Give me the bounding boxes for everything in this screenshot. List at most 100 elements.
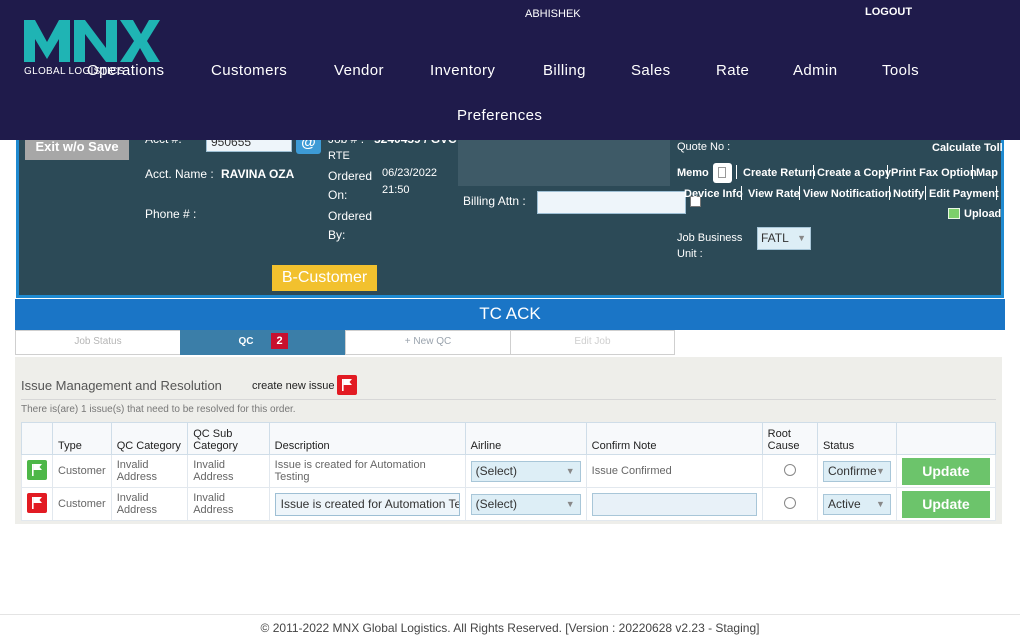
customer-type-badge: B-Customer [272, 265, 377, 291]
menu-operations[interactable]: Operations [87, 62, 164, 79]
upload-icon[interactable] [948, 208, 960, 219]
create-copy-link[interactable]: Create a Copy [817, 167, 891, 179]
logout-link[interactable]: LOGOUT [865, 6, 912, 18]
column-header-description: Description [268, 422, 466, 455]
chevron-down-icon: ▼ [797, 233, 806, 243]
row-qc-category: Invalid Address [110, 487, 189, 521]
tab-job-status[interactable]: Job Status [15, 330, 181, 355]
column-header-status: Status [816, 422, 898, 455]
billing-attn-label: Billing Attn : [463, 194, 526, 208]
create-return-link[interactable]: Create Return [743, 167, 816, 179]
map-link[interactable]: Map [976, 167, 998, 179]
column-header-qc-sub-category: QC Sub Category [187, 422, 270, 455]
confirm-note-input[interactable] [591, 492, 757, 516]
row-airline-cell: (Select) ▼ [464, 454, 587, 488]
issue-count-note: There is(are) 1 issue(s) that need to be… [21, 404, 296, 415]
issue-section-title: Issue Management and Resolution [21, 378, 222, 393]
qc-count-badge: 2 [271, 333, 288, 349]
job-status-banner: TC ACK [15, 299, 1005, 330]
view-rate-link[interactable]: View Rate [748, 188, 800, 200]
status-select[interactable]: Active ▼ [822, 493, 891, 515]
row-description-cell: Issue is created for Automation Testing [268, 487, 466, 521]
row-confirm-note: Issue Confirmed [585, 454, 763, 488]
view-notification-link[interactable]: View Notification [803, 188, 891, 200]
status-select[interactable]: Confirmed ▼ [822, 460, 891, 482]
column-header-root-cause: Root Cause [761, 422, 818, 455]
notify-link[interactable]: Notify [893, 188, 924, 200]
row-root-cause-cell [761, 487, 818, 521]
menu-preferences[interactable]: Preferences [457, 107, 542, 124]
job-detail-panel: Exit w/o Save Acct #: 950655 @ Acct. Nam… [16, 126, 1004, 298]
row-type: Customer [52, 487, 112, 521]
acct-name-value: RAVINA OZA [221, 167, 295, 181]
chevron-down-icon: ▼ [876, 461, 885, 481]
issues-table: Type QC Category QC Sub Category Descrip… [21, 422, 996, 521]
footer-divider [0, 614, 1020, 615]
billing-attn-input[interactable] [537, 191, 686, 214]
issues-header-row: Type QC Category QC Sub Category Descrip… [21, 422, 996, 455]
edit-payment-link[interactable]: Edit Payment [929, 188, 999, 200]
root-cause-radio[interactable] [783, 463, 796, 476]
tab-new-qc[interactable]: + New QC [345, 330, 511, 355]
row-action-cell: Update [896, 454, 996, 488]
upload-link[interactable]: Upload [964, 208, 1001, 220]
flag-column-header [21, 422, 53, 455]
row-action-cell: Update [896, 487, 996, 521]
menu-billing[interactable]: Billing [543, 62, 586, 79]
row-confirm-note-cell [585, 487, 763, 521]
row-description: Issue is created for Automation Testing [268, 454, 466, 488]
row-qc-category: Invalid Address [110, 454, 189, 488]
table-row: Customer Invalid Address Invalid Address… [21, 454, 996, 488]
tab-qc[interactable]: QC 2 [180, 330, 346, 355]
device-info-link[interactable]: Device Info [684, 188, 743, 200]
menu-inventory[interactable]: Inventory [430, 62, 495, 79]
update-button[interactable]: Update [902, 457, 990, 485]
acct-name-label: Acct. Name : [145, 167, 214, 181]
ordered-on-label: Ordered On: [328, 169, 373, 202]
column-header-confirm-note: Confirm Note [585, 422, 763, 455]
menu-tools[interactable]: Tools [882, 62, 919, 79]
update-button[interactable]: Update [902, 490, 990, 518]
red-flag-icon [27, 492, 47, 513]
row-qc-sub-category: Invalid Address [187, 487, 270, 521]
calculate-toll-link[interactable]: Calculate Toll [932, 142, 1003, 154]
ordered-on-date: 06/23/2022 [382, 167, 438, 179]
menu-sales[interactable]: Sales [631, 62, 671, 79]
job-business-unit-select[interactable]: FATL ▼ [757, 227, 811, 250]
green-flag-icon [27, 459, 47, 480]
print-fax-option-link[interactable]: Print Fax Option [891, 167, 977, 179]
row-flag-cell [21, 487, 53, 521]
menu-rate[interactable]: Rate [716, 62, 749, 79]
phone-label: Phone # : [145, 207, 197, 221]
table-row: Customer Invalid Address Invalid Address… [21, 487, 996, 521]
row-qc-sub-category: Invalid Address [187, 454, 270, 488]
chevron-down-icon: ▼ [565, 498, 575, 509]
root-cause-radio[interactable] [783, 496, 796, 509]
tab-qc-label: QC [238, 336, 254, 347]
airline-select[interactable]: (Select) ▼ [470, 460, 581, 482]
row-type: Customer [52, 454, 112, 488]
row-root-cause-cell [761, 454, 818, 488]
address-box [458, 136, 670, 186]
ordered-on-time: 21:50 [382, 184, 410, 196]
menu-vendor[interactable]: Vendor [334, 62, 384, 79]
top-navigation-bar: GLOBAL LOGISTICS ABHISHEK LOGOUT Operati… [0, 0, 1020, 140]
row-airline-cell: (Select) ▼ [464, 487, 587, 521]
memo-icon[interactable] [713, 163, 732, 183]
column-header-type: Type [52, 422, 112, 455]
row-status-cell: Active ▼ [816, 487, 898, 521]
ordered-by-label: Ordered By: [328, 209, 373, 242]
tab-edit-job[interactable]: Edit Job [510, 330, 675, 355]
description-input[interactable]: Issue is created for Automation Testing [274, 492, 460, 516]
memo-link[interactable]: Memo [677, 167, 709, 179]
column-header-qc-category: QC Category [110, 422, 189, 455]
chevron-down-icon: ▼ [876, 498, 885, 509]
menu-admin[interactable]: Admin [793, 62, 838, 79]
create-new-issue-label: create new issue [252, 380, 335, 392]
quote-no-label: Quote No : [677, 141, 731, 153]
airline-select[interactable]: (Select) ▼ [470, 493, 581, 515]
menu-customers[interactable]: Customers [211, 62, 287, 79]
row-flag-cell [21, 454, 53, 488]
divider [21, 399, 996, 400]
red-flag-icon[interactable] [337, 375, 357, 395]
